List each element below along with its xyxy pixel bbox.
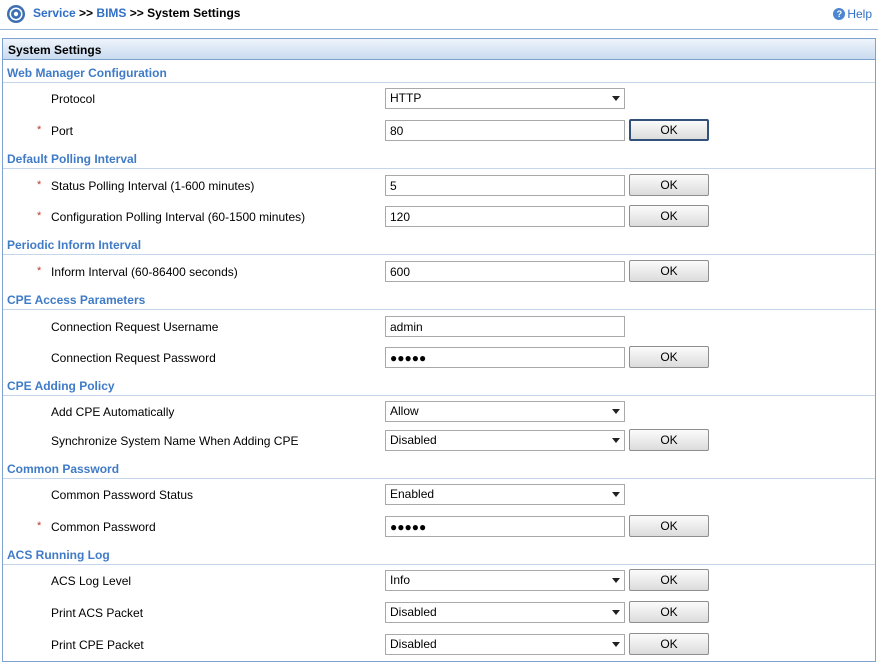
config-polling-input[interactable]: 120 (385, 206, 625, 227)
breadcrumb-separator: >> (79, 6, 94, 20)
row-common-password-status: Common Password Status Enabled (3, 481, 875, 509)
row-print-cpe-packet: Print CPE Packet Disabled OK (3, 631, 875, 659)
cpe-access-ok-button[interactable]: OK (629, 346, 709, 368)
chevron-down-icon (612, 409, 620, 414)
connection-username-label: Connection Request Username (51, 320, 219, 334)
common-password-input[interactable]: ●●●●● (385, 516, 625, 537)
inform-interval-input[interactable]: 600 (385, 261, 625, 282)
help-link[interactable]: ? Help (833, 7, 872, 21)
inform-interval-label: Inform Interval (60-86400 seconds) (51, 265, 238, 279)
chevron-down-icon (612, 438, 620, 443)
section-cpe-access: CPE Access Parameters (3, 291, 875, 310)
status-polling-ok-button[interactable]: OK (629, 174, 709, 196)
status-polling-label: Status Polling Interval (1-600 minutes) (51, 179, 255, 193)
common-password-status-label: Common Password Status (51, 488, 194, 502)
row-status-polling: * Status Polling Interval (1-600 minutes… (3, 172, 875, 200)
config-polling-label: Configuration Polling Interval (60-1500 … (51, 210, 306, 224)
acs-log-level-label: ACS Log Level (51, 574, 132, 588)
required-mark: * (37, 124, 42, 136)
row-add-cpe-auto: Add CPE Automatically Allow (3, 398, 875, 426)
row-config-polling: * Configuration Polling Interval (60-150… (3, 203, 875, 231)
connection-username-input[interactable]: admin (385, 316, 625, 337)
breadcrumb-bims-link[interactable]: BIMS (96, 6, 126, 20)
print-cpe-packet-label: Print CPE Packet (51, 638, 144, 652)
breadcrumb: Service >> BIMS >> System Settings (33, 6, 240, 20)
section-polling: Default Polling Interval (3, 150, 875, 169)
section-web-manager: Web Manager Configuration (3, 64, 875, 83)
connection-password-input[interactable]: ●●●●● (385, 347, 625, 368)
print-cpe-packet-ok-button[interactable]: OK (629, 633, 709, 655)
chevron-down-icon (612, 96, 620, 101)
print-acs-packet-label: Print ACS Packet (51, 606, 144, 620)
chevron-down-icon (612, 492, 620, 497)
section-inform: Periodic Inform Interval (3, 236, 875, 255)
row-common-password: * Common Password ●●●●● OK (3, 513, 875, 541)
port-ok-button[interactable]: OK (629, 119, 709, 141)
system-settings-panel: System Settings Web Manager Configuratio… (2, 38, 876, 662)
sync-system-name-label: Synchronize System Name When Adding CPE (51, 434, 299, 448)
common-password-ok-button[interactable]: OK (629, 515, 709, 537)
top-bar: Service >> BIMS >> System Settings ? Hel… (0, 0, 878, 30)
cpe-adding-ok-button[interactable]: OK (629, 429, 709, 451)
add-cpe-auto-label: Add CPE Automatically (51, 405, 175, 419)
chevron-down-icon (612, 578, 620, 583)
row-connection-password: Connection Request Password ●●●●● OK (3, 344, 875, 372)
row-protocol: Protocol HTTP (3, 85, 875, 113)
inform-interval-ok-button[interactable]: OK (629, 260, 709, 282)
port-label: Port (51, 124, 74, 138)
breadcrumb-service-link[interactable]: Service (33, 6, 76, 20)
help-label: Help (847, 7, 872, 21)
section-cpe-adding: CPE Adding Policy (3, 377, 875, 396)
row-acs-log-level: ACS Log Level Info OK (3, 567, 875, 595)
gear-icon (7, 5, 25, 23)
row-print-acs-packet: Print ACS Packet Disabled OK (3, 599, 875, 627)
breadcrumb-current: System Settings (147, 6, 241, 20)
breadcrumb-separator: >> (129, 6, 144, 20)
print-acs-packet-select[interactable]: Disabled (385, 602, 625, 623)
section-common-password: Common Password (3, 460, 875, 479)
row-sync-system-name: Synchronize System Name When Adding CPE … (3, 427, 875, 455)
status-polling-input[interactable]: 5 (385, 175, 625, 196)
acs-log-level-select[interactable]: Info (385, 570, 625, 591)
port-input[interactable]: 80 (385, 120, 625, 141)
print-cpe-packet-select[interactable]: Disabled (385, 634, 625, 655)
connection-password-label: Connection Request Password (51, 351, 216, 365)
chevron-down-icon (612, 610, 620, 615)
common-password-label: Common Password (51, 520, 156, 534)
row-port: * Port 80 OK (3, 117, 875, 145)
config-polling-ok-button[interactable]: OK (629, 205, 709, 227)
add-cpe-auto-select[interactable]: Allow (385, 401, 625, 422)
acs-log-level-ok-button[interactable]: OK (629, 569, 709, 591)
sync-system-name-select[interactable]: Disabled (385, 430, 625, 451)
row-inform-interval: * Inform Interval (60-86400 seconds) 600… (3, 258, 875, 286)
section-acs-log: ACS Running Log (3, 546, 875, 565)
required-mark: * (37, 265, 42, 277)
print-acs-packet-ok-button[interactable]: OK (629, 601, 709, 623)
help-icon: ? (833, 8, 846, 20)
protocol-label: Protocol (51, 92, 96, 106)
required-mark: * (37, 179, 42, 191)
panel-title: System Settings (3, 39, 875, 60)
required-mark: * (37, 210, 42, 222)
protocol-select[interactable]: HTTP (385, 88, 625, 109)
required-mark: * (37, 520, 42, 532)
chevron-down-icon (612, 642, 620, 647)
common-password-status-select[interactable]: Enabled (385, 484, 625, 505)
row-connection-username: Connection Request Username admin (3, 313, 875, 341)
